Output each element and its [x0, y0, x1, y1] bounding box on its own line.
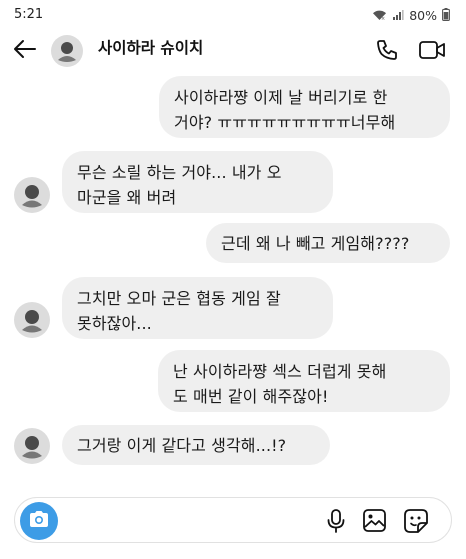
message-bubble-outgoing[interactable]: 난 사이하라쨩 섹스 더럽게 못해 도 매번 같이 해주잖아!: [158, 350, 450, 412]
message-line: 무슨 소릴 하는 거야... 내가 오: [77, 163, 282, 182]
phone-icon: [375, 40, 399, 66]
message-bubble-incoming[interactable]: 그거랑 이게 같다고 생각해...!?: [62, 425, 330, 465]
message-line: 못하잖아...: [77, 314, 152, 333]
avatar[interactable]: [14, 428, 50, 464]
back-button[interactable]: [10, 38, 40, 64]
battery-icon: [442, 6, 450, 25]
message-line: 마군을 왜 버려: [77, 188, 177, 207]
status-icons: × 80%: [372, 6, 450, 25]
microphone-icon: [324, 509, 348, 538]
avatar[interactable]: [14, 177, 50, 213]
battery-percent: 80%: [409, 8, 437, 23]
chat-header: 사이하라 슈이치: [0, 30, 466, 74]
voice-message-button[interactable]: [324, 508, 350, 534]
sticker-button[interactable]: [403, 508, 429, 534]
message-line: 근데 왜 나 빼고 게임해????: [221, 234, 410, 253]
svg-text:×: ×: [381, 16, 385, 21]
video-call-button[interactable]: [418, 38, 448, 64]
message-line: 그치만 오마 군은 협동 게임 잘: [77, 289, 281, 308]
message-composer[interactable]: [14, 497, 452, 543]
message-bubble-incoming[interactable]: 무슨 소릴 하는 거야... 내가 오 마군을 왜 버려: [62, 151, 333, 213]
status-bar: 5:21 × 80%: [0, 0, 466, 30]
message-line: 도 매번 같이 해주잖아!: [173, 387, 329, 406]
message-bubble-outgoing[interactable]: 사이하라쨩 이제 날 버리기로 한 거야? ㅠㅠㅠㅠㅠㅠㅠㅠㅠ너무해: [159, 76, 450, 138]
message-line: 사이하라쨩 이제 날 버리기로 한: [174, 88, 388, 107]
message-line: 그거랑 이게 같다고 생각해...!?: [77, 436, 287, 455]
message-line: 난 사이하라쨩 섹스 더럽게 못해: [173, 362, 387, 381]
wifi-icon: ×: [372, 6, 387, 25]
message-bubble-outgoing[interactable]: 근데 왜 나 빼고 게임해????: [206, 223, 450, 263]
message-bubble-incoming[interactable]: 그치만 오마 군은 협동 게임 잘 못하잖아...: [62, 277, 333, 339]
call-button[interactable]: [375, 38, 401, 64]
camera-icon: [28, 509, 50, 533]
signal-icon: [392, 6, 404, 25]
contact-name[interactable]: 사이하라 슈이치: [98, 36, 203, 58]
sticker-icon: [403, 509, 429, 538]
message-line: 거야? ㅠㅠㅠㅠㅠㅠㅠㅠㅠ너무해: [174, 113, 396, 132]
gallery-button[interactable]: [362, 508, 388, 534]
avatar[interactable]: [14, 302, 50, 338]
gallery-icon: [362, 509, 387, 537]
back-arrow-icon: [13, 39, 37, 63]
camera-button[interactable]: [20, 502, 58, 540]
status-time: 5:21: [14, 7, 44, 22]
avatar[interactable]: [51, 35, 83, 67]
video-camera-icon: [418, 41, 446, 66]
